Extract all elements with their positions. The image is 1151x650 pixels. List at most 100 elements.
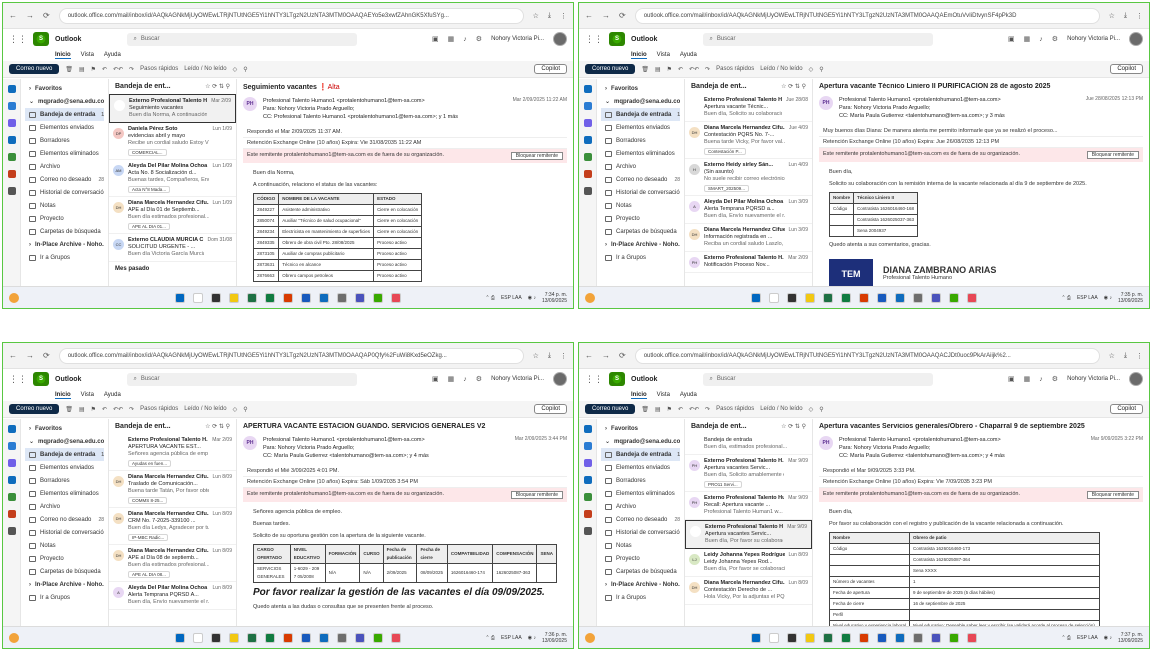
language-indicator[interactable]: ESP LAA [1077, 295, 1098, 301]
search-input[interactable]: ⌕ Buscar [703, 32, 934, 46]
reply-all-icon[interactable]: ↶↶ [689, 66, 699, 73]
rail-app-icon[interactable] [583, 476, 592, 484]
forward-mail-icon[interactable]: ↷ [129, 66, 134, 73]
tray-icons[interactable]: ⌃ ⎙ [485, 295, 495, 301]
taskbar-app-icon[interactable] [319, 632, 329, 643]
folder-item[interactable]: Elementos eliminados [25, 147, 104, 160]
favorites-header[interactable]: › Favoritos [25, 422, 104, 435]
archive-header[interactable]: › In-Place Archive - Noho... [601, 238, 680, 251]
taskbar-app-icon[interactable] [229, 632, 239, 643]
archive-icon[interactable]: ▤ [655, 406, 661, 413]
taskbar-app-icon[interactable] [823, 632, 833, 643]
list-item[interactable]: H Externo Heidy sirley Sán... (Sin asunt… [685, 159, 812, 196]
folder-item[interactable]: Carpetas de búsqueda [601, 565, 680, 578]
folder-item[interactable]: Historial de conversación [25, 526, 104, 539]
rail-app-icon[interactable] [583, 119, 592, 127]
taskbar-app-icon[interactable] [913, 632, 923, 643]
pin-icon[interactable]: ⚲ [243, 66, 247, 73]
folder-item[interactable]: Proyecto [601, 552, 680, 565]
taskbar-app-icon[interactable] [859, 632, 869, 643]
list-item[interactable]: PH Externo Profesional Talento H... Noti… [685, 252, 812, 273]
wifi-icon[interactable]: ◉ ♪ [1104, 295, 1112, 301]
avatar[interactable] [1129, 32, 1143, 46]
app-launcher-icon[interactable]: ⋮⋮ [585, 34, 603, 45]
rail-app-icon[interactable] [7, 153, 16, 161]
folder-item[interactable]: Elementos enviados [25, 121, 104, 134]
reply-all-icon[interactable]: ↶↶ [689, 406, 699, 413]
taskbar-app-icon[interactable] [175, 292, 185, 303]
rail-app-icon[interactable] [7, 102, 16, 110]
taskbar-app-icon[interactable] [319, 292, 329, 303]
taskbar-app-icon[interactable] [391, 292, 401, 303]
taskbar-app-icon[interactable] [805, 632, 815, 643]
forward-mail-icon[interactable]: ↷ [705, 406, 710, 413]
language-indicator[interactable]: ESP LAA [1077, 635, 1098, 641]
folder-item[interactable]: Proyecto [25, 552, 104, 565]
account-header[interactable]: ⌄ mqprado@sena.edu.co [601, 95, 680, 108]
archive-icon[interactable]: ▤ [79, 406, 85, 413]
bell-icon[interactable]: ♪ [463, 376, 467, 383]
app-launcher-icon[interactable]: ⋮⋮ [9, 374, 27, 385]
folder-item[interactable]: Archivo [25, 160, 104, 173]
download-icon[interactable]: ⤓ [1124, 12, 1127, 20]
taskbar-app-icon[interactable] [967, 292, 977, 303]
folder-item[interactable]: Correo no deseado 28 [25, 513, 104, 526]
folder-item[interactable]: Historial de conversación [601, 526, 680, 539]
teams-icon[interactable]: ▣ [1008, 35, 1015, 43]
back-icon[interactable]: ← [9, 351, 17, 360]
rail-app-icon[interactable] [7, 442, 16, 450]
taskbar-app-icon[interactable] [373, 632, 383, 643]
list-item[interactable]: DH Diana Marcela Hernandez Cifu... Trasl… [109, 471, 236, 508]
reload-icon[interactable]: ⟳ [43, 351, 50, 360]
tab-2[interactable]: Ayuda [680, 392, 697, 398]
reply-icon[interactable]: ↶ [678, 66, 683, 73]
tab-0[interactable]: Inicio [631, 392, 647, 399]
wifi-icon[interactable]: ◉ ♪ [1104, 635, 1112, 641]
taskbar-app-icon[interactable] [751, 632, 761, 643]
attachment-chip[interactable]: COMERCIAL... [128, 149, 167, 156]
folder-item[interactable]: Borradores [25, 474, 104, 487]
weather-icon[interactable] [585, 292, 595, 303]
folder-item[interactable]: Bandeja de entrada 1 [601, 108, 680, 121]
pin-icon[interactable]: ⚲ [243, 406, 247, 413]
tag-icon[interactable]: ◇ [233, 66, 238, 73]
star-icon[interactable]: ☆ [533, 12, 539, 20]
folder-item[interactable]: Borradores [601, 134, 680, 147]
folder-item[interactable]: Historial de conversación [25, 186, 104, 199]
read-unread-button[interactable]: Leído / No leído [760, 66, 802, 72]
rail-app-icon[interactable] [7, 510, 16, 518]
delete-icon[interactable]: 🗑 [641, 66, 649, 73]
search-input[interactable]: ⌕ Buscar [127, 32, 358, 46]
rail-app-icon[interactable] [7, 85, 16, 93]
copilot-button[interactable]: Copilot [534, 404, 567, 414]
search-input[interactable]: ⌕ Buscar [703, 372, 934, 386]
rail-app-icon[interactable] [583, 459, 592, 467]
rail-app-icon[interactable] [7, 493, 16, 501]
account-header[interactable]: ⌄ mqprado@sena.edu.co [601, 435, 680, 448]
groups-link[interactable]: Ir a Grupos [601, 251, 680, 264]
app-launcher-icon[interactable]: ⋮⋮ [9, 34, 27, 45]
copilot-button[interactable]: Copilot [1110, 404, 1143, 414]
taskbar-app-icon[interactable] [301, 292, 311, 303]
folder-item[interactable]: Historial de conversación [601, 186, 680, 199]
taskbar-app-icon[interactable] [751, 292, 761, 303]
flag-icon[interactable]: ⚑ [667, 406, 672, 413]
language-indicator[interactable]: ESP LAA [501, 295, 522, 301]
rail-app-icon[interactable] [583, 187, 592, 195]
gear-icon[interactable]: ⚙ [1052, 375, 1058, 383]
attachment-chip[interactable]: APE AL DIA 08... [128, 571, 170, 578]
list-item[interactable]: LJ Leidy Johanna Yepes Rodríguez Leidy J… [685, 549, 812, 577]
reply-all-icon[interactable]: ↶↶ [113, 406, 123, 413]
calendar-icon[interactable]: ▦ [448, 375, 455, 383]
taskbar-app-icon[interactable] [805, 292, 815, 303]
archive-header[interactable]: › In-Place Archive - Noho... [601, 578, 680, 591]
list-item[interactable]: DH Diana Marcela Hernandez Cifu... APE a… [109, 197, 236, 234]
taskbar-app-icon[interactable] [247, 292, 257, 303]
taskbar-app-icon[interactable] [931, 632, 941, 643]
gear-icon[interactable]: ⚙ [476, 35, 482, 43]
teams-icon[interactable]: ▣ [432, 35, 439, 43]
taskbar-app-icon[interactable] [967, 632, 977, 643]
taskbar-app-icon[interactable] [337, 292, 347, 303]
rail-app-icon[interactable] [583, 136, 592, 144]
list-tools-icon[interactable]: ☆ ⟳ ⇅ ⚲ [205, 423, 230, 430]
